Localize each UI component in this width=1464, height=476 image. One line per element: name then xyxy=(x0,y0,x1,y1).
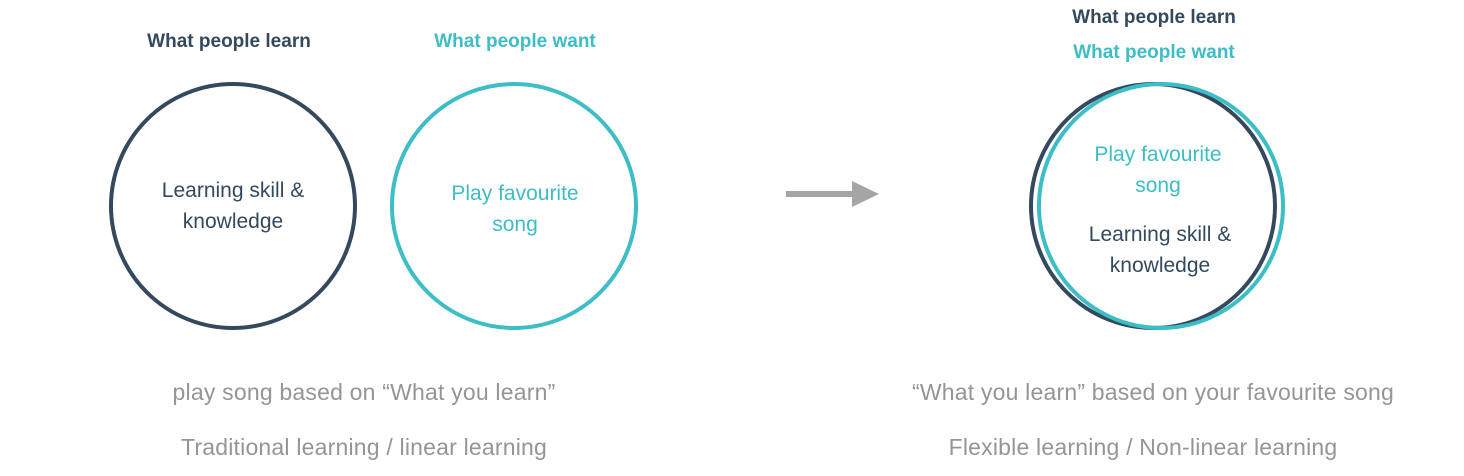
left-caption-1: play song based on “What you learn” xyxy=(172,379,556,405)
right-want-heading: What people want xyxy=(1073,42,1235,63)
right-caption-2: Flexible learning / Non-linear learning xyxy=(948,434,1338,460)
right-learn-heading: What people learn xyxy=(1072,7,1236,28)
want-circle-line-1: Play favourite xyxy=(451,182,579,205)
left-caption-2: Traditional learning / linear learning xyxy=(180,434,548,460)
learn-circle-line-1: Learning skill & xyxy=(161,179,305,202)
want-circle-overlap xyxy=(1037,82,1285,330)
right-want-circle-text: Play favourite song xyxy=(1094,139,1221,201)
want-circle-line-2: song xyxy=(492,213,538,236)
right-arrow-icon xyxy=(786,181,879,207)
left-want-heading: What people want xyxy=(434,31,596,52)
learn-circle-text: Learning skill & knowledge xyxy=(162,175,304,237)
arrow-head xyxy=(852,181,879,207)
arrow-shaft xyxy=(786,191,854,197)
right-learn-circle-text: Learning skill & knowledge xyxy=(1089,219,1231,281)
learn-circle-line-2: knowledge xyxy=(182,210,284,233)
right-caption-1: “What you learn” based on your favourite… xyxy=(911,379,1395,405)
want-circle-text: Play favourite song xyxy=(451,178,578,240)
right-learn-circle-line-1: Learning skill & xyxy=(1088,223,1232,246)
left-learn-heading: What people learn xyxy=(147,31,311,52)
right-want-circle-line-1: Play favourite xyxy=(1094,143,1222,166)
right-want-circle-line-2: song xyxy=(1135,174,1181,197)
right-learn-circle-line-2: knowledge xyxy=(1109,254,1211,277)
